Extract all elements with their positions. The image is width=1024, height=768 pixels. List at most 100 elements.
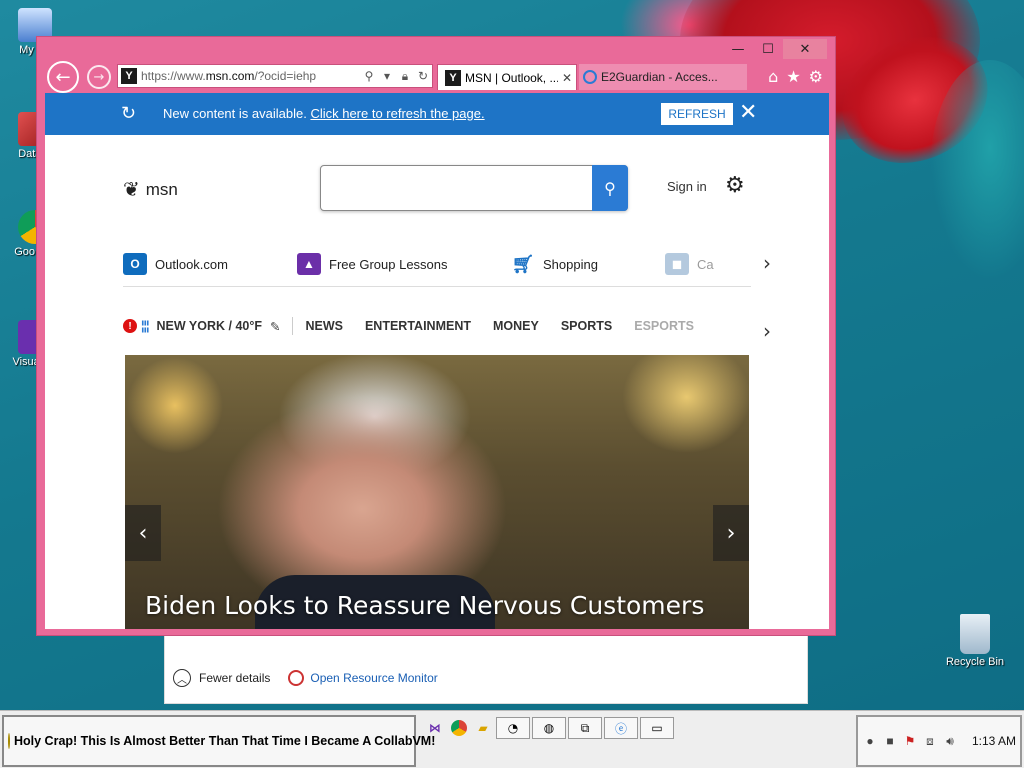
task-manager-footer: ︿ Fewer details Open Resource Monitor xyxy=(173,669,438,687)
search-box: ⚲ xyxy=(320,165,628,211)
tray-network-icon[interactable]: ⧈ xyxy=(922,733,938,749)
search-icon: ⚲ xyxy=(604,178,616,198)
start-button-label: Holy Crap! This Is Almost Better Than Th… xyxy=(14,734,436,748)
browser-window: — ☐ ✕ ← → Y https://www.msn.com/?ocid=ie… xyxy=(36,36,836,636)
recycle-bin-icon xyxy=(960,614,990,654)
tray-volume-icon[interactable]: 🔊︎ xyxy=(942,733,958,749)
nav-item-sports[interactable]: SPORTS xyxy=(561,319,612,333)
refresh-page-link[interactable]: Click here to refresh the page. xyxy=(310,106,484,121)
chevron-up-icon[interactable]: ︿ xyxy=(173,669,191,687)
banner-message: New content is available. Click here to … xyxy=(163,106,485,121)
car-icon: ◼ xyxy=(665,253,689,275)
quick-link-outlook[interactable]: O Outlook.com xyxy=(123,253,228,275)
nav-item-esports[interactable]: ESPORTS xyxy=(634,319,694,333)
forward-button[interactable]: → xyxy=(87,65,111,89)
search-icon[interactable]: ⚲ xyxy=(360,69,378,83)
minimize-button[interactable]: — xyxy=(723,39,753,59)
msn-logo[interactable]: ❦ msn xyxy=(123,177,178,202)
carousel-prev-button[interactable]: ‹ xyxy=(125,505,161,561)
address-url[interactable]: https://www.msn.com/?ocid=iehp xyxy=(141,69,360,83)
open-resource-monitor-link[interactable]: Open Resource Monitor xyxy=(310,671,437,685)
taskbar-window-network-icon[interactable]: ⧉ xyxy=(568,717,602,739)
chevron-right-icon: › xyxy=(726,520,736,546)
folder-icon[interactable]: ▰ xyxy=(472,717,494,739)
page-content: ↻ New content is available. Click here t… xyxy=(45,93,829,629)
weather-location[interactable]: NEW YORK / 40°F xyxy=(157,319,262,333)
refresh-icon: ↻ xyxy=(121,103,137,123)
hero-carousel[interactable]: ‹ › Biden Looks to Reassure Nervous Cust… xyxy=(125,355,749,629)
nav-item-news[interactable]: NEWS xyxy=(305,319,343,333)
refresh-button[interactable]: REFRESH xyxy=(661,103,733,125)
outlook-icon: O xyxy=(123,253,147,275)
weather-alert-icon[interactable]: ! xyxy=(123,319,137,333)
search-input[interactable] xyxy=(329,174,589,202)
taskbar: Holy Crap! This Is Almost Better Than Th… xyxy=(0,710,1024,768)
taskbar-window-globe-icon[interactable]: ◍ xyxy=(532,717,566,739)
hero-headline[interactable]: Biden Looks to Reassure Nervous Customer… xyxy=(145,591,704,620)
tab-msn[interactable]: Y MSN | Outlook, ... ✕ xyxy=(437,64,577,90)
fewer-details-link[interactable]: Fewer details xyxy=(199,671,270,685)
tab-e2guardian[interactable]: E2Guardian - Acces... xyxy=(579,64,747,90)
nav-item-money[interactable]: MONEY xyxy=(493,319,539,333)
butterfly-icon: ❦ xyxy=(123,179,140,201)
tray-stop-icon[interactable]: ■ xyxy=(882,733,898,749)
search-button[interactable]: ⚲ xyxy=(592,165,628,211)
desktop-icon-recycle-bin[interactable]: Recycle Bin xyxy=(940,614,1010,669)
msn-favicon-icon: Y xyxy=(445,69,461,86)
refresh-icon[interactable]: ↻ xyxy=(414,69,432,83)
quick-link-free-group-lessons[interactable]: ▲ Free Group Lessons xyxy=(297,253,448,275)
taskbar-window-cmd-icon[interactable]: ▭ xyxy=(640,717,674,739)
quick-link-shopping[interactable]: 🛒︎ Shopping xyxy=(511,253,598,275)
browser-toolbar: ⌂ ★ ⚙ xyxy=(768,67,823,86)
taskbar-apps: ⋈ ▰ ◔ ◍ ⧉ ⓔ ▭ xyxy=(424,717,674,739)
close-button[interactable]: ✕ xyxy=(783,39,827,59)
start-button[interactable]: Holy Crap! This Is Almost Better Than Th… xyxy=(2,715,435,767)
close-tab-icon[interactable]: ✕ xyxy=(562,71,572,85)
chevron-left-icon: ‹ xyxy=(138,520,148,546)
home-icon[interactable]: ⌂ xyxy=(768,67,778,86)
sign-in-link[interactable]: Sign in xyxy=(667,179,707,194)
desktop-icon-label: Recycle Bin xyxy=(945,656,1005,668)
quick-link-cars[interactable]: ◼ Ca xyxy=(665,253,714,275)
arrow-right-icon: → xyxy=(93,69,105,85)
logo-text: msn xyxy=(145,179,178,199)
arrow-left-icon: ← xyxy=(55,66,71,88)
url-host: msn.com xyxy=(205,69,255,83)
dropdown-icon[interactable]: ▾ xyxy=(378,69,396,83)
lock-icon[interactable]: 🔒︎ xyxy=(396,69,414,84)
taskbar-window-ie-icon[interactable]: ⓔ xyxy=(604,717,638,739)
taskbar-window-clock-icon[interactable]: ◔ xyxy=(496,717,530,739)
window-controls: — ☐ ✕ xyxy=(723,39,827,59)
tab-label: E2Guardian - Acces... xyxy=(601,70,718,84)
url-prefix: https://www. xyxy=(141,69,206,83)
taskbar-clock[interactable]: 1:13 AM xyxy=(972,734,1016,748)
gear-icon[interactable]: ⚙ xyxy=(809,67,823,86)
category-nav: ! ¦¦¦ NEW YORK / 40°F ✎ NEWS ENTERTAINME… xyxy=(123,315,751,337)
nav-item-entertainment[interactable]: ENTERTAINMENT xyxy=(365,319,471,333)
maximize-button[interactable]: ☐ xyxy=(753,39,783,59)
tray-security-icon[interactable]: ⚑ xyxy=(902,733,918,749)
shopping-cart-icon: 🛒︎ xyxy=(511,253,535,275)
chrome-icon[interactable] xyxy=(448,717,470,739)
quick-links-bar: O Outlook.com ▲ Free Group Lessons 🛒︎ Sh… xyxy=(123,251,751,287)
url-path: /?ocid=iehp xyxy=(254,69,317,83)
new-content-banner: ↻ New content is available. Click here t… xyxy=(45,93,829,135)
edit-pencil-icon[interactable]: ✎ xyxy=(270,319,280,334)
close-banner-icon[interactable]: ✕ xyxy=(739,99,757,125)
nav-next-icon[interactable]: › xyxy=(763,319,771,343)
carousel-next-button[interactable]: › xyxy=(713,505,749,561)
tab-label: MSN | Outlook, ... xyxy=(465,70,558,85)
nav-divider xyxy=(292,317,294,335)
back-button[interactable]: ← xyxy=(47,61,79,93)
quick-link-label: Ca xyxy=(697,256,714,272)
visual-studio-icon[interactable]: ⋈ xyxy=(424,717,446,739)
tray-record-icon[interactable]: ● xyxy=(862,733,878,749)
address-bar[interactable]: Y https://www.msn.com/?ocid=iehp ⚲ ▾ 🔒︎ … xyxy=(117,64,433,88)
rain-icon: ¦¦¦ xyxy=(141,319,149,333)
star-icon[interactable]: ★ xyxy=(786,67,800,86)
quick-link-label: Shopping xyxy=(543,256,598,272)
ie-page-icon xyxy=(583,70,597,84)
quick-link-label: Outlook.com xyxy=(155,256,228,272)
settings-gear-icon[interactable]: ⚙ xyxy=(725,173,745,198)
quick-links-next-icon[interactable]: › xyxy=(763,251,771,275)
